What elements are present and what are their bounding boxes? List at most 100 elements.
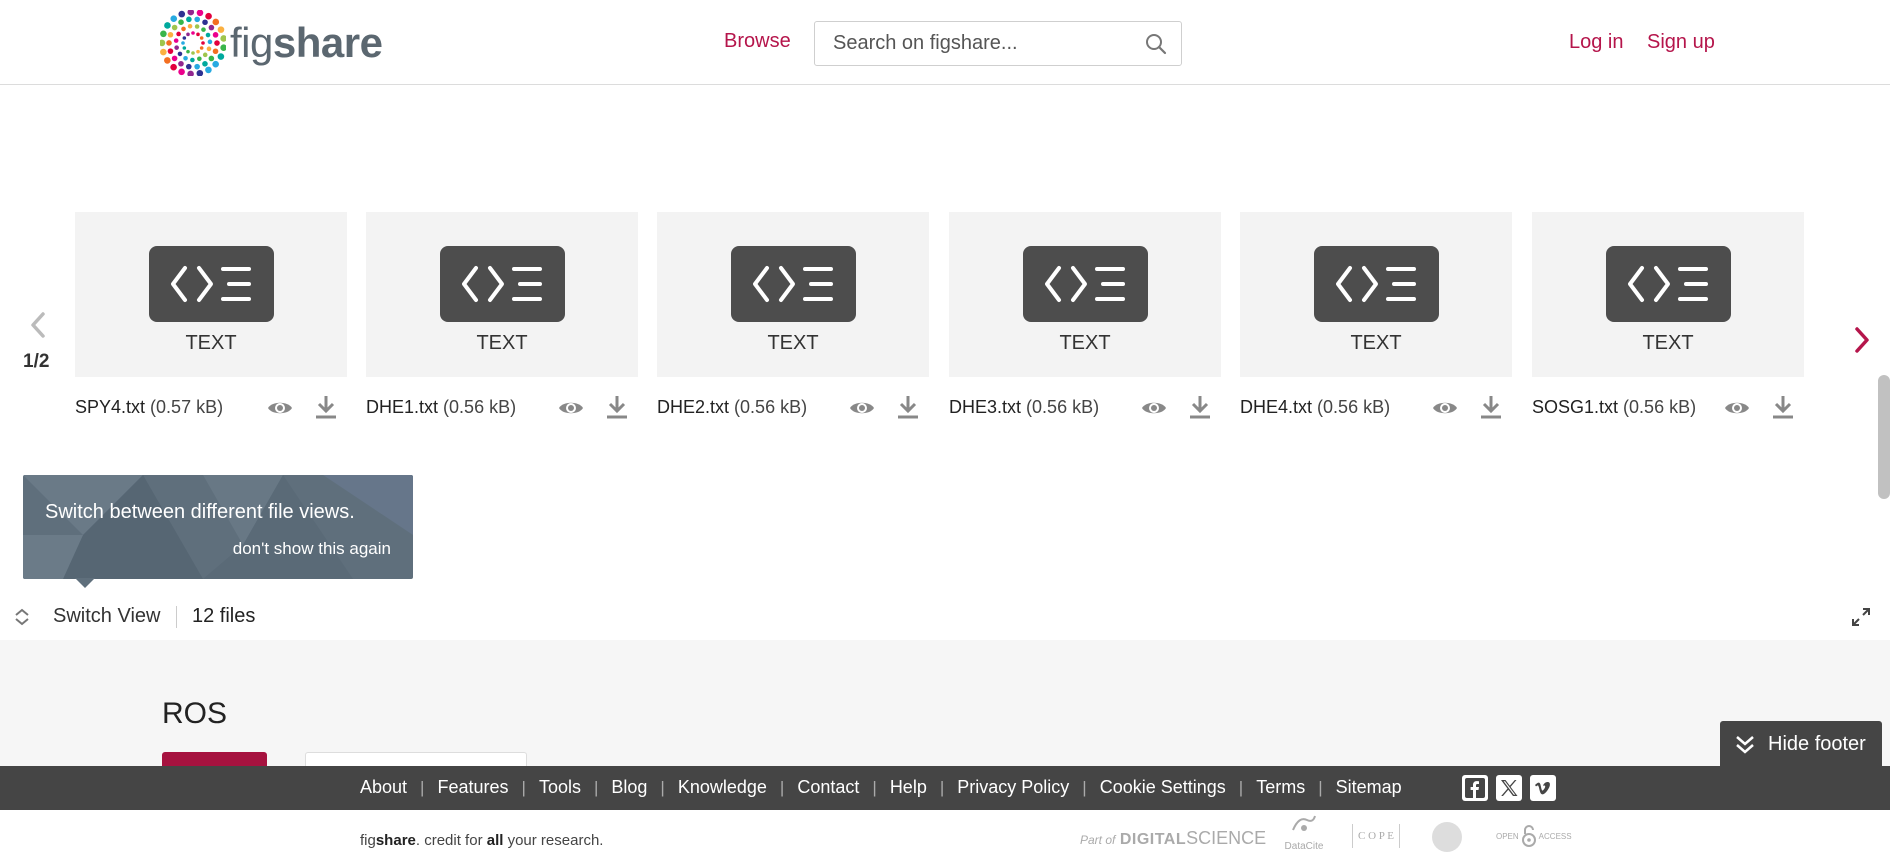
preview-eye-icon[interactable]	[849, 399, 875, 417]
tooltip-message: Switch between different file views.	[45, 501, 355, 523]
code-file-icon	[731, 246, 856, 322]
download-icon[interactable]	[1772, 395, 1794, 419]
file-name-text: DHE3.txt	[949, 397, 1022, 417]
seal-logo[interactable]	[1432, 822, 1462, 852]
footer-link-help[interactable]: Help	[890, 777, 927, 798]
footer-link-privacy-policy[interactable]: Privacy Policy	[957, 777, 1069, 798]
switch-view-button[interactable]: Switch View	[53, 605, 160, 628]
footer-link-features[interactable]: Features	[437, 777, 508, 798]
logo-dot	[217, 26, 225, 33]
download-icon[interactable]	[897, 395, 919, 419]
cope-logo[interactable]: C O P E	[1352, 824, 1400, 848]
primary-action-button[interactable]	[162, 752, 267, 766]
scrollbar-thumb[interactable]	[1878, 375, 1890, 499]
search-input[interactable]	[815, 22, 1125, 65]
logo-dot	[166, 40, 172, 46]
code-file-icon	[149, 246, 274, 322]
secondary-action-button[interactable]	[305, 752, 527, 766]
file-thumbnail[interactable]: TEXT	[366, 212, 638, 377]
x-glyph	[1501, 780, 1518, 796]
search-icon[interactable]	[1145, 33, 1167, 55]
double-chevron-down-icon	[1736, 736, 1754, 754]
file-name[interactable]: DHE4.txt (0.56 kB)	[1240, 397, 1390, 418]
file-thumbnail[interactable]: TEXT	[1532, 212, 1804, 377]
logo-dot	[194, 63, 200, 70]
hide-footer-button[interactable]: Hide footer	[1720, 721, 1882, 767]
footer-link-terms[interactable]: Terms	[1256, 777, 1305, 798]
file-type-label: TEXT	[1059, 332, 1111, 354]
file-type-label: TEXT	[767, 332, 819, 354]
tooltip-dismiss-link[interactable]: don't show this again	[233, 539, 391, 559]
browse-link[interactable]: Browse	[724, 30, 791, 53]
logo-dot	[160, 39, 166, 47]
carousel-next-arrow-icon[interactable]	[1850, 325, 1874, 355]
footer-link-blog[interactable]: Blog	[611, 777, 647, 798]
figshare-logo[interactable]: figshare	[160, 10, 383, 76]
carousel-prev-arrow-icon[interactable]	[26, 310, 50, 340]
footer-link-separator: |	[779, 777, 785, 797]
x-icon[interactable]	[1496, 775, 1522, 801]
footer-link-separator: |	[1082, 777, 1087, 797]
preview-eye-icon[interactable]	[558, 399, 584, 417]
logo-dot	[171, 24, 178, 31]
preview-eye-icon[interactable]	[267, 399, 293, 417]
download-icon[interactable]	[606, 395, 628, 419]
file-size: (0.56 kB)	[1026, 397, 1100, 417]
logo-dot	[212, 48, 219, 55]
footer-link-separator: |	[1238, 777, 1244, 797]
footer-links: About | Features | Tools | Blog | Knowledge | Cont…	[360, 777, 1402, 798]
file-thumbnail[interactable]: TEXT	[657, 212, 929, 377]
file-card: TEXT DHE2.txt (0.56 kB)	[657, 212, 929, 419]
facebook-glyph	[1465, 778, 1485, 798]
logo-dot	[176, 31, 181, 37]
signup-link[interactable]: Sign up	[1647, 31, 1715, 54]
download-icon[interactable]	[315, 395, 337, 419]
datacite-logo[interactable]: DataCite	[1282, 812, 1326, 852]
footer-link-sitemap[interactable]: Sitemap	[1336, 777, 1402, 798]
file-name[interactable]: DHE2.txt (0.56 kB)	[657, 397, 807, 418]
file-name[interactable]: SOSG1.txt (0.56 kB)	[1532, 397, 1696, 418]
footer-link-knowledge[interactable]: Knowledge	[678, 777, 767, 798]
preview-eye-icon[interactable]	[1724, 399, 1750, 417]
footer-link-about[interactable]: About	[360, 777, 407, 798]
logo-dot	[177, 51, 183, 57]
open-access-logo[interactable]: OPEN ACCESS	[1496, 824, 1572, 848]
facebook-icon[interactable]	[1462, 775, 1488, 801]
file-name[interactable]: SPY4.txt (0.57 kB)	[75, 397, 223, 418]
footer-link-cookie-settings[interactable]: Cookie Settings	[1100, 777, 1226, 798]
code-file-icon	[1314, 246, 1439, 322]
hide-footer-label: Hide footer	[1768, 733, 1866, 755]
expand-icon[interactable]	[1851, 607, 1871, 627]
download-icon[interactable]	[1189, 395, 1211, 419]
vimeo-icon[interactable]	[1530, 775, 1556, 801]
logo-dot	[160, 30, 167, 38]
code-brackets-icon	[1336, 266, 1416, 302]
file-type-label: TEXT	[1350, 332, 1402, 354]
toolbar-divider	[176, 606, 177, 628]
footer-link-tools[interactable]: Tools	[539, 777, 581, 798]
digital-science-logo[interactable]: Part of DIGITALSCIENCE	[1080, 828, 1266, 849]
footer-link-contact[interactable]: Contact	[797, 777, 859, 798]
file-thumbnail[interactable]: TEXT	[949, 212, 1221, 377]
file-type-label: TEXT	[1642, 332, 1694, 354]
file-name[interactable]: DHE3.txt (0.56 kB)	[949, 397, 1099, 418]
logo-dot	[186, 32, 190, 37]
file-type-label: TEXT	[185, 332, 237, 354]
logo-dot	[194, 16, 201, 23]
preview-eye-icon[interactable]	[1432, 399, 1458, 417]
logo-dot	[160, 48, 167, 56]
file-type-label: TEXT	[476, 332, 528, 354]
login-link[interactable]: Log in	[1569, 31, 1624, 54]
file-thumbnail[interactable]: TEXT	[1240, 212, 1512, 377]
file-name[interactable]: DHE1.txt (0.56 kB)	[366, 397, 516, 418]
logo-dot	[182, 36, 187, 40]
preview-eye-icon[interactable]	[1141, 399, 1167, 417]
logo-dot	[170, 63, 177, 71]
switch-view-icon[interactable]	[13, 607, 31, 627]
footer-link-separator: |	[593, 777, 599, 797]
download-icon[interactable]	[1480, 395, 1502, 419]
logo-dot	[185, 63, 192, 70]
code-brackets-icon	[1045, 266, 1125, 302]
file-thumbnail[interactable]: TEXT	[75, 212, 347, 377]
code-brackets-icon	[171, 266, 251, 302]
